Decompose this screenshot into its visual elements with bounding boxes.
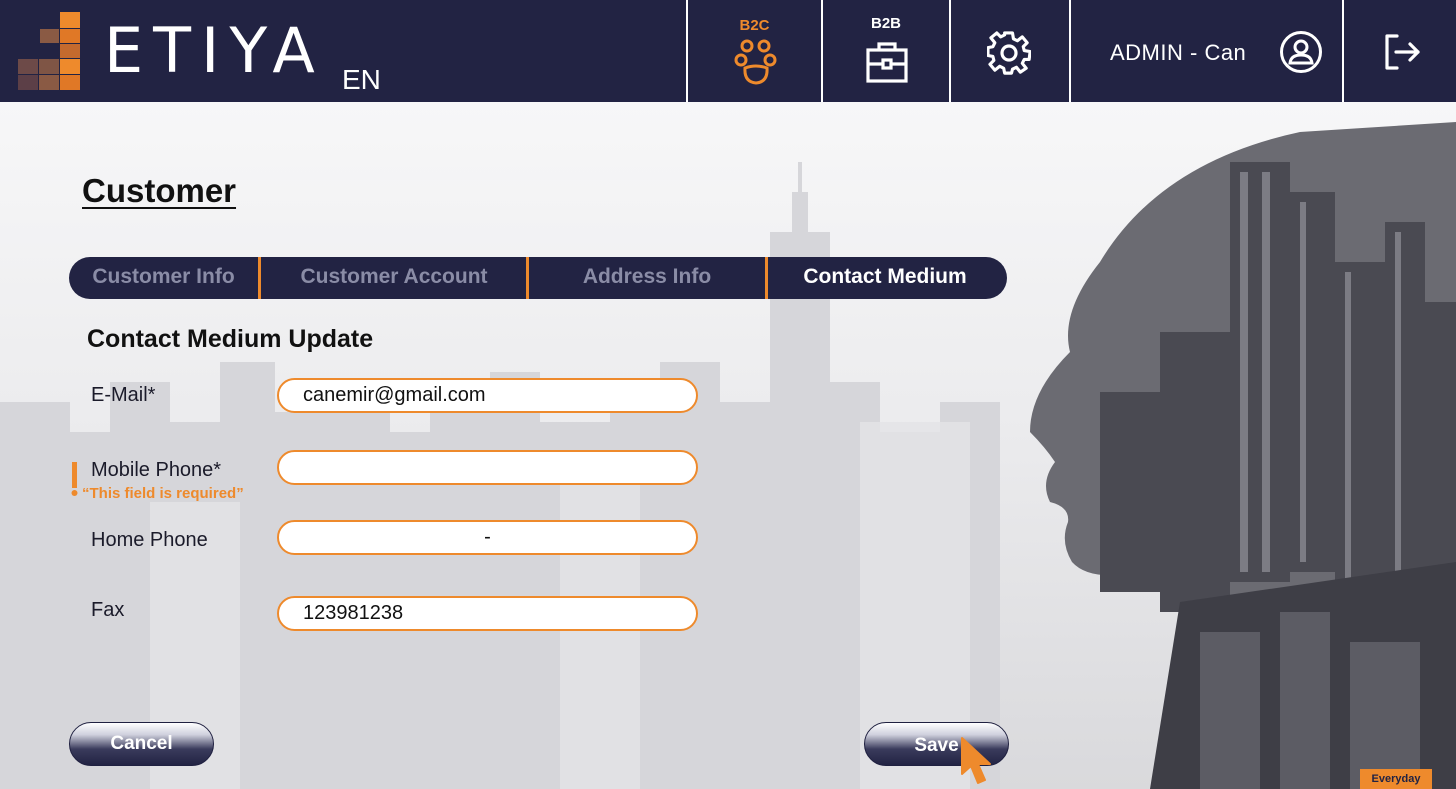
fax-field[interactable]	[277, 596, 698, 631]
user-profile-button[interactable]: ADMIN - Can	[1071, 0, 1342, 102]
b2b-label: B2B	[870, 15, 901, 32]
gear-icon	[987, 31, 1031, 75]
mobile-phone-label: Mobile Phone*	[91, 459, 222, 481]
home-phone-label: Home Phone	[91, 529, 208, 551]
email-field[interactable]	[277, 378, 698, 413]
etiya-logo-mark	[18, 12, 80, 90]
settings-button[interactable]	[951, 0, 1069, 102]
section-title: Contact Medium Update	[87, 325, 374, 353]
top-navigation-bar: ETIYA EN B2C B2B ADMIN - Can	[0, 0, 1456, 102]
home-phone-field[interactable]	[277, 520, 698, 555]
language-selector[interactable]: EN	[342, 64, 381, 96]
user-name: ADMIN - Can	[1110, 40, 1247, 65]
tab-bar: Customer Info Customer Account Address I…	[69, 257, 1007, 299]
mobile-phone-error: “This field is required”	[82, 485, 244, 502]
b2b-briefcase-icon	[866, 42, 908, 83]
b2b-nav-button[interactable]: B2B	[823, 0, 949, 102]
cancel-button[interactable]: Cancel	[69, 722, 214, 766]
mouse-cursor-icon	[961, 737, 991, 784]
b2c-label: B2C	[739, 17, 770, 34]
mobile-phone-field[interactable]	[277, 450, 698, 485]
tab-customer-info[interactable]: Customer Info	[69, 257, 258, 299]
logout-icon	[1385, 34, 1420, 70]
b2c-people-icon	[734, 39, 777, 85]
tab-customer-account[interactable]: Customer Account	[261, 257, 527, 299]
email-label: E-Mail*	[91, 384, 156, 406]
fax-label: Fax	[91, 599, 125, 621]
error-exclamation-icon	[71, 462, 78, 496]
everyday-badge: Everyday	[1360, 769, 1432, 789]
page-title: Customer	[82, 172, 237, 209]
user-avatar-icon	[1280, 31, 1322, 73]
tab-contact-medium[interactable]: Contact Medium	[768, 257, 1002, 299]
tab-address-info[interactable]: Address Info	[529, 257, 765, 299]
logout-button[interactable]	[1344, 0, 1456, 102]
etiya-logo-text: ETIYA	[104, 14, 325, 87]
b2c-nav-button[interactable]: B2C	[688, 0, 821, 102]
